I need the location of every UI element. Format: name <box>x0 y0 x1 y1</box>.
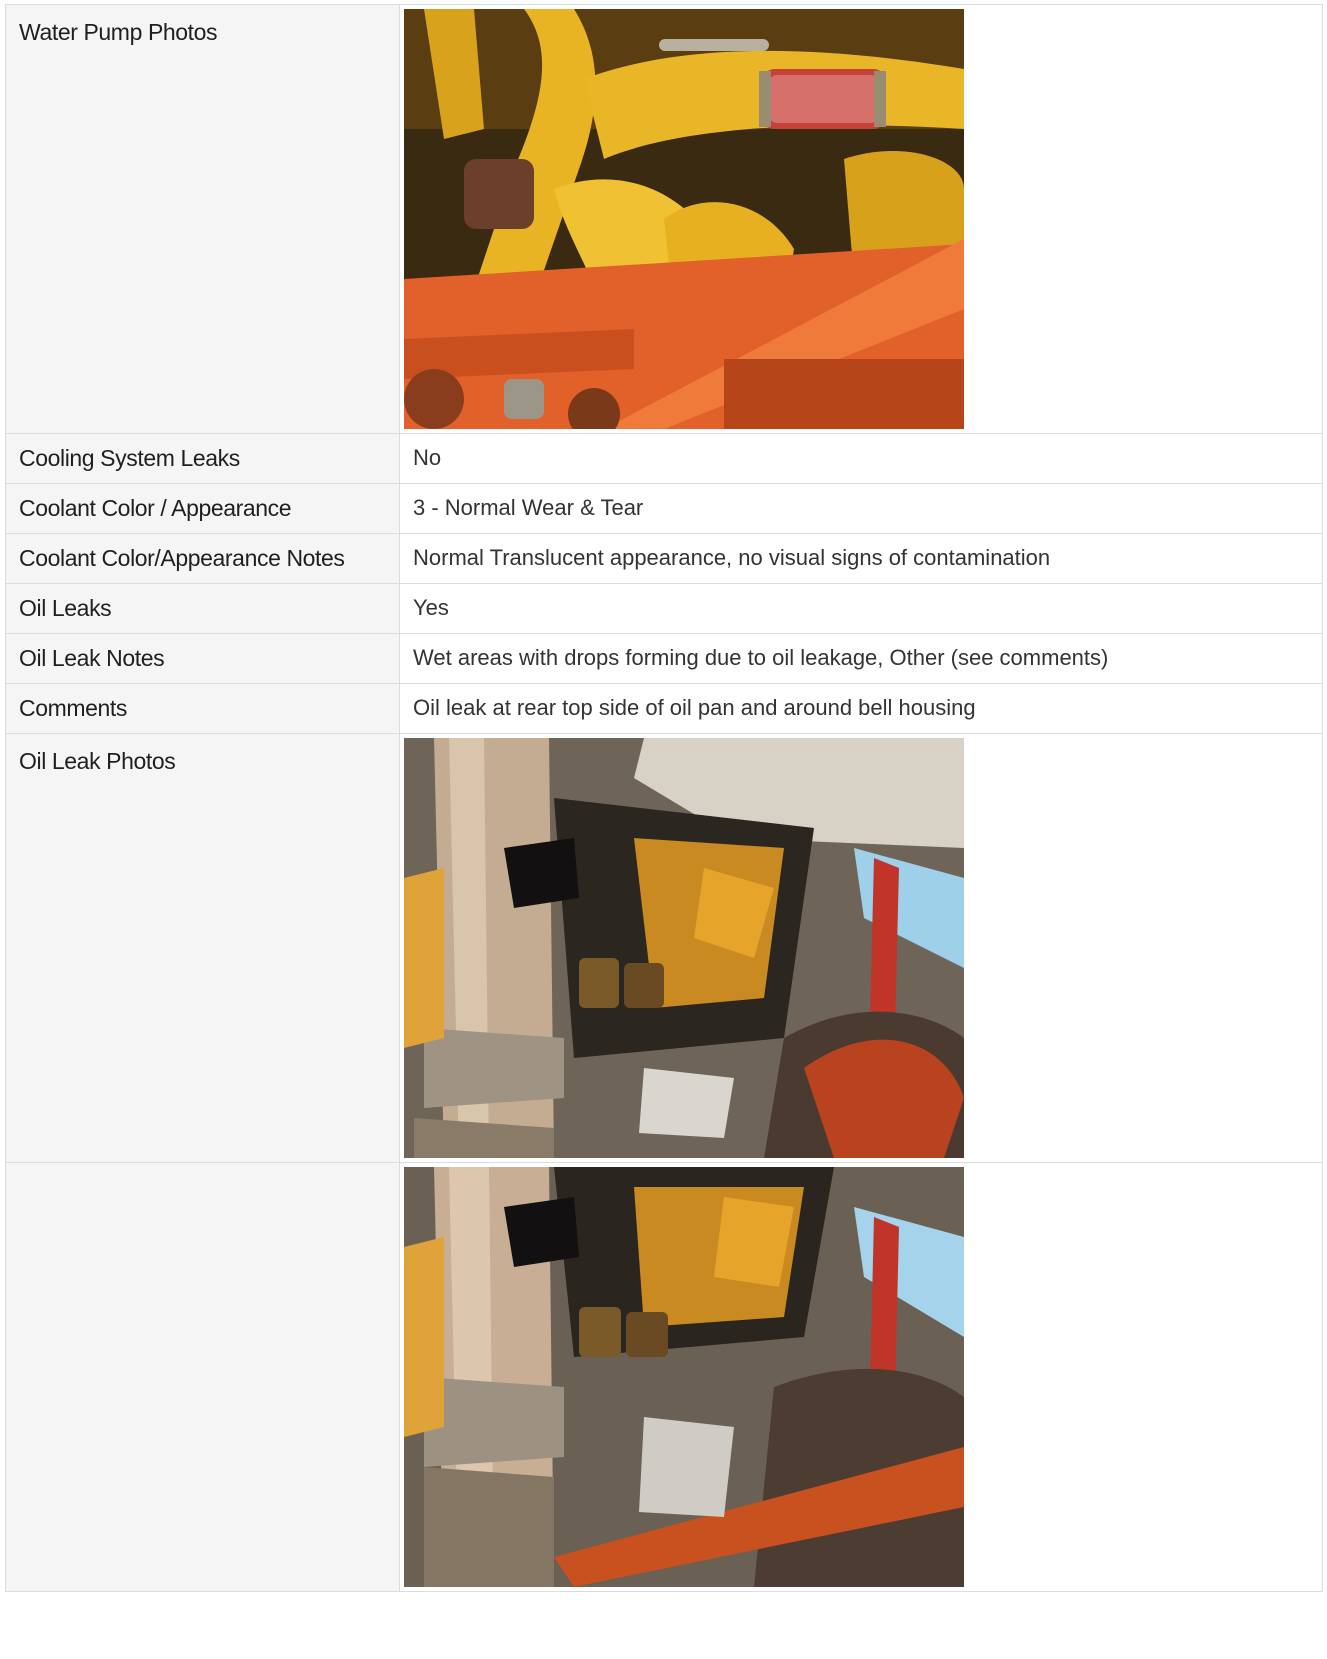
row-label: Coolant Color/Appearance Notes <box>5 533 400 584</box>
table-row: Oil Leaks Yes <box>5 583 1323 634</box>
table-row: Coolant Color/Appearance Notes Normal Tr… <box>5 533 1323 584</box>
photo-cell <box>399 733 1323 1163</box>
row-value: Yes <box>399 583 1323 634</box>
table-row: Comments Oil leak at rear top side of oi… <box>5 683 1323 734</box>
row-value: Normal Translucent appearance, no visual… <box>399 533 1323 584</box>
photo-cell <box>399 4 1323 434</box>
table-row: Cooling System Leaks No <box>5 433 1323 484</box>
row-label: Oil Leak Photos <box>5 733 400 1163</box>
row-value: No <box>399 433 1323 484</box>
table-row: Oil Leak Photos <box>5 733 1323 1163</box>
table-row <box>5 1162 1323 1592</box>
inspection-report-table: Water Pump Photos Cooling System Leaks N… <box>5 4 1323 1592</box>
row-label: Water Pump Photos <box>5 4 400 434</box>
table-row: Coolant Color / Appearance 3 - Normal We… <box>5 483 1323 534</box>
row-label: Cooling System Leaks <box>5 433 400 484</box>
photo-cell <box>399 1162 1323 1592</box>
table-row: Water Pump Photos <box>5 4 1323 434</box>
oil-leak-photo[interactable] <box>404 738 994 1158</box>
row-value: Wet areas with drops forming due to oil … <box>399 633 1323 684</box>
table-row: Oil Leak Notes Wet areas with drops form… <box>5 633 1323 684</box>
row-value: Oil leak at rear top side of oil pan and… <box>399 683 1323 734</box>
row-value: 3 - Normal Wear & Tear <box>399 483 1323 534</box>
oil-leak-photo[interactable] <box>404 1167 994 1587</box>
row-label: Oil Leak Notes <box>5 633 400 684</box>
water-pump-photo[interactable] <box>404 9 994 429</box>
row-label: Coolant Color / Appearance <box>5 483 400 534</box>
row-label: Comments <box>5 683 400 734</box>
row-label <box>5 1162 400 1592</box>
row-label: Oil Leaks <box>5 583 400 634</box>
